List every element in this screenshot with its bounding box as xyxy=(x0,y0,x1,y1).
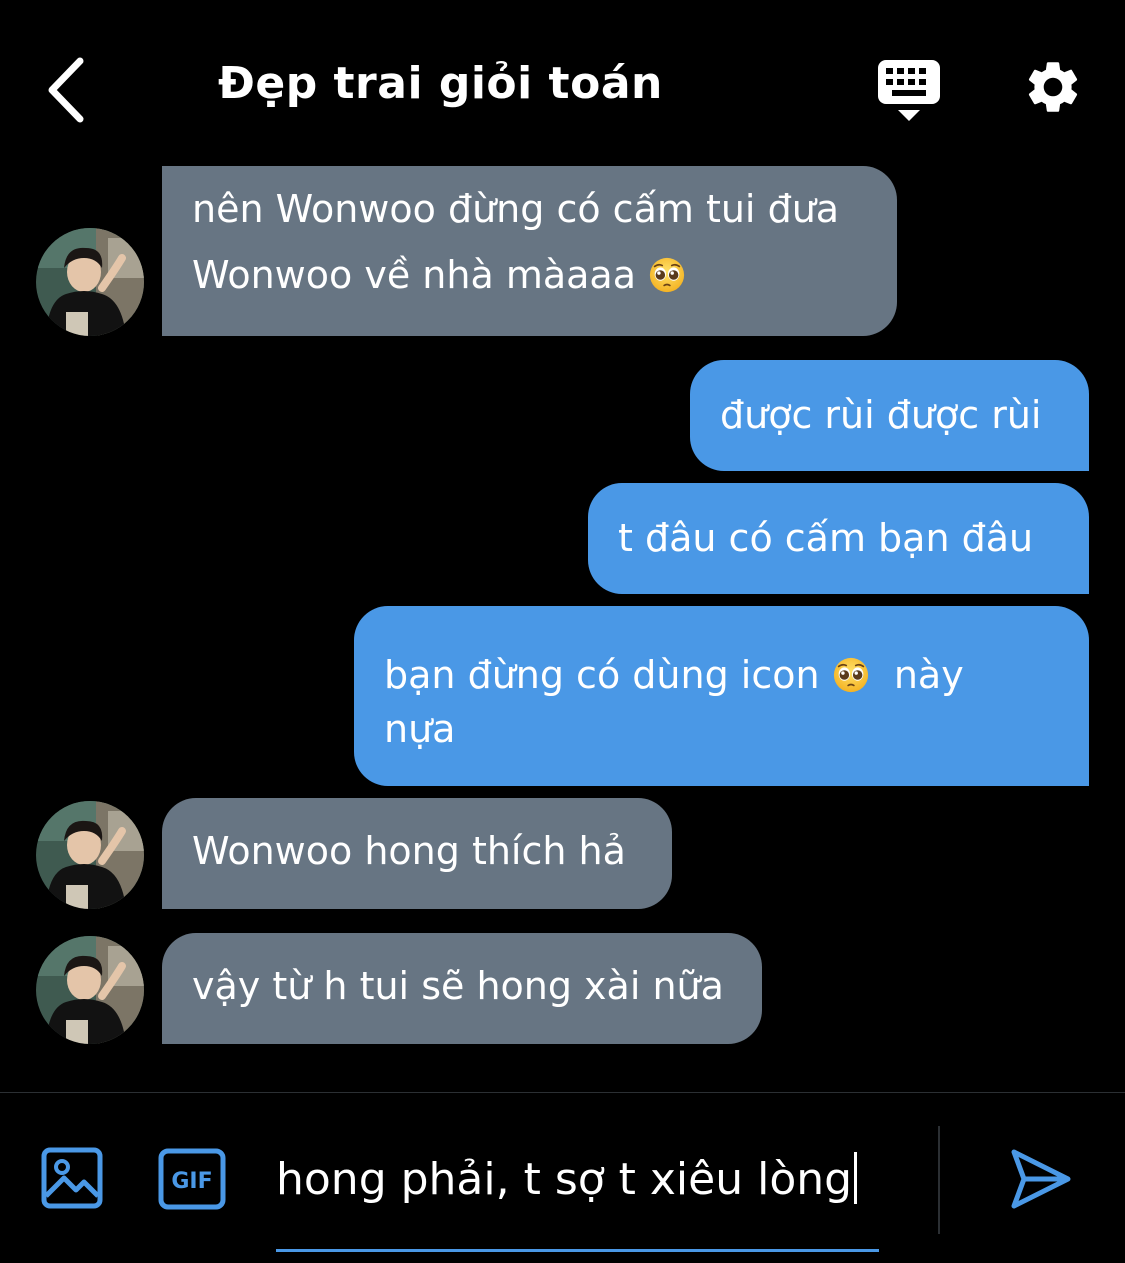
message-line: này xyxy=(893,653,964,697)
image-icon xyxy=(41,1147,103,1209)
message-line: bạn đừng có dùng icon xyxy=(384,653,820,697)
keyboard-toggle-button[interactable] xyxy=(876,58,942,124)
message-line-with-emoji: Wonwoo về nhà màaaa xyxy=(192,248,867,302)
avatar-image xyxy=(36,228,144,336)
avatar[interactable] xyxy=(36,228,144,336)
avatar-image xyxy=(36,936,144,1044)
message-bubble-incoming[interactable]: vậy từ h tui sẽ hong xài nữa xyxy=(162,933,762,1044)
message-bubble-outgoing[interactable]: bạn đừng có dùng icon này nựa xyxy=(354,606,1089,786)
text-caret xyxy=(854,1152,858,1204)
message-line: được rùi được rùi xyxy=(720,393,1042,437)
pleading-face-emoji-icon xyxy=(648,256,686,294)
gif-icon: GIF xyxy=(158,1148,226,1210)
keyboard-icon xyxy=(878,60,940,121)
message-input-field[interactable]: hong phải, t sợ t xiêu lòng xyxy=(276,1140,879,1252)
message-line: Wonwoo hong thích hả xyxy=(192,829,626,873)
chat-title: Đẹp trai giỏi toán xyxy=(218,58,663,109)
message-line: Wonwoo về nhà màaaa xyxy=(192,253,636,297)
gear-icon xyxy=(1028,62,1078,112)
message-line: vậy từ h tui sẽ hong xài nữa xyxy=(192,964,724,1008)
composer-separator xyxy=(938,1126,940,1234)
message-line: nựa xyxy=(384,707,456,751)
back-button[interactable] xyxy=(40,55,100,125)
send-icon xyxy=(1011,1149,1071,1209)
add-gif-button[interactable]: GIF xyxy=(158,1148,226,1210)
message-line-with-emoji: bạn đừng có dùng icon này xyxy=(384,648,1059,702)
chat-header: Đẹp trai giỏi toán xyxy=(0,0,1125,170)
message-line: nên Wonwoo đừng có cấm tui đưa xyxy=(192,187,840,231)
avatar[interactable] xyxy=(36,936,144,1044)
message-line: t đâu có cấm bạn đâu xyxy=(618,516,1034,560)
send-button[interactable] xyxy=(1008,1146,1074,1212)
avatar-image xyxy=(36,801,144,909)
message-bubble-incoming[interactable]: nên Wonwoo đừng có cấm tui đưa Wonwoo về… xyxy=(162,166,897,336)
settings-button[interactable] xyxy=(1022,56,1084,118)
message-bubble-outgoing[interactable]: được rùi được rùi xyxy=(690,360,1089,471)
message-input[interactable]: hong phải, t sợ t xiêu lòng xyxy=(276,1148,858,1212)
avatar[interactable] xyxy=(36,801,144,909)
add-photo-button[interactable] xyxy=(40,1146,104,1210)
gif-label: GIF xyxy=(171,1169,212,1194)
message-bubble-outgoing[interactable]: t đâu có cấm bạn đâu xyxy=(588,483,1089,594)
pleading-face-emoji-icon xyxy=(832,656,870,694)
message-input-value: hong phải, t sợ t xiêu lòng xyxy=(276,1154,853,1205)
chevron-left-icon xyxy=(48,57,84,123)
message-bubble-incoming[interactable]: Wonwoo hong thích hả xyxy=(162,798,672,909)
